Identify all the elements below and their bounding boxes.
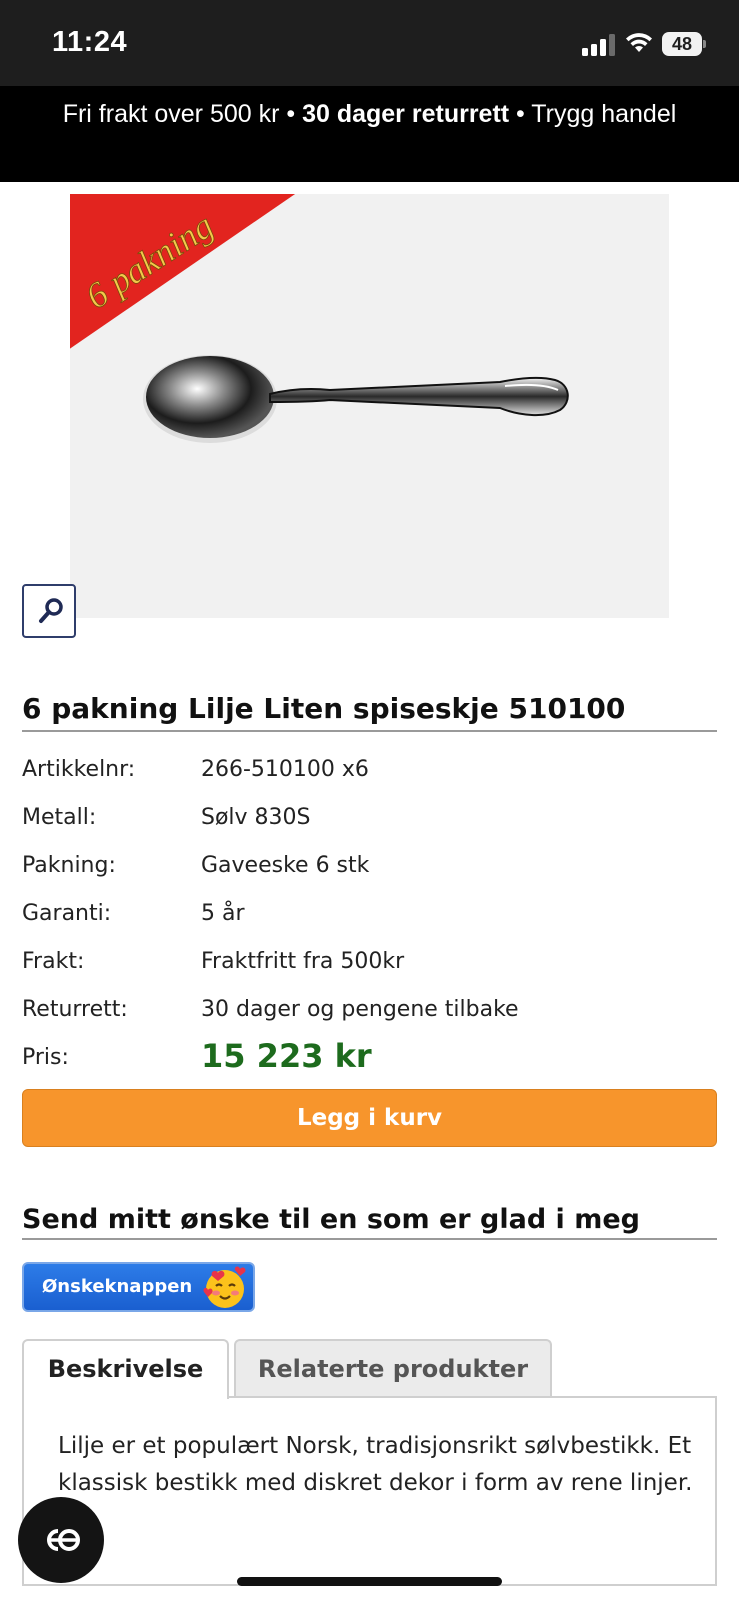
promo-returns: 30 dager returrett	[302, 100, 510, 128]
spec-label: Garanti:	[22, 901, 112, 926]
title-divider	[22, 730, 717, 732]
battery-level: 48	[662, 32, 702, 56]
product-title: 6 pakning Lilje Liten spiseskje 510100	[22, 692, 626, 725]
spec-row: Metall: Sølv 830S	[22, 805, 717, 845]
add-to-cart-button[interactable]: Legg i kurv	[22, 1089, 717, 1147]
tab-related-products[interactable]: Relaterte produkter	[234, 1339, 552, 1397]
spec-value: 266-510100 x6	[201, 757, 369, 782]
spec-row: Frakt: Fraktfritt fra 500kr	[22, 949, 717, 989]
spec-value: 30 dager og pengene tilbake	[201, 997, 519, 1022]
wish-button-label: Ønskeknappen	[42, 1276, 193, 1297]
heart-eyes-emoji-icon	[203, 1266, 246, 1308]
signal-icon	[582, 34, 615, 56]
pack-ribbon: 6 pakning	[70, 194, 296, 349]
description-text: Lilje er et populært Norsk, tradisjonsri…	[58, 1433, 693, 1496]
spec-value: 5 år	[201, 901, 245, 926]
magnifier-icon	[39, 598, 63, 623]
battery-icon: 48	[662, 32, 706, 56]
battery-tip	[703, 40, 706, 48]
wish-button[interactable]: Ønskeknappen	[22, 1262, 255, 1312]
spec-row: Returrett: 30 dager og pengene tilbake	[22, 997, 717, 1037]
tab-panel-description: Lilje er et populært Norsk, tradisjonsri…	[22, 1396, 717, 1586]
price-value: 15 223 kr	[201, 1037, 372, 1075]
status-time: 11:24	[52, 26, 128, 58]
spec-value: Gaveeske 6 stk	[201, 853, 370, 878]
tab-description[interactable]: Beskrivelse	[22, 1339, 229, 1399]
status-bar: 11:24 48	[0, 0, 739, 86]
spoon-image	[143, 355, 569, 443]
spec-label: Metall:	[22, 805, 97, 830]
spec-row: Pakning: Gaveeske 6 stk	[22, 853, 717, 893]
spec-row: Artikkelnr: 266-510100 x6	[22, 757, 717, 797]
home-indicator	[237, 1577, 502, 1586]
wifi-icon	[626, 33, 652, 52]
wish-divider	[22, 1238, 717, 1240]
price-label: Pris:	[22, 1045, 69, 1070]
spec-row: Garanti: 5 år	[22, 901, 717, 941]
chat-logo-icon	[47, 1529, 80, 1551]
product-image[interactable]: 6 pakning	[70, 194, 669, 618]
wish-heading: Send mitt ønske til en som er glad i meg	[22, 1204, 640, 1235]
spec-label: Artikkelnr:	[22, 757, 136, 782]
spec-label: Frakt:	[22, 949, 85, 974]
chat-button[interactable]	[18, 1497, 104, 1583]
zoom-button[interactable]	[22, 584, 76, 638]
promo-shipping: Fri frakt over 500 kr •	[62, 100, 303, 128]
price-row: Pris: 15 223 kr	[22, 1037, 717, 1085]
spec-label: Pakning:	[22, 853, 116, 878]
spec-value: Fraktfritt fra 500kr	[201, 949, 405, 974]
promo-safe: • Trygg handel	[509, 100, 677, 128]
spec-label: Returrett:	[22, 997, 128, 1022]
promo-banner: Fri frakt over 500 kr • 30 dager returre…	[0, 86, 739, 182]
spec-value: Sølv 830S	[201, 805, 311, 830]
